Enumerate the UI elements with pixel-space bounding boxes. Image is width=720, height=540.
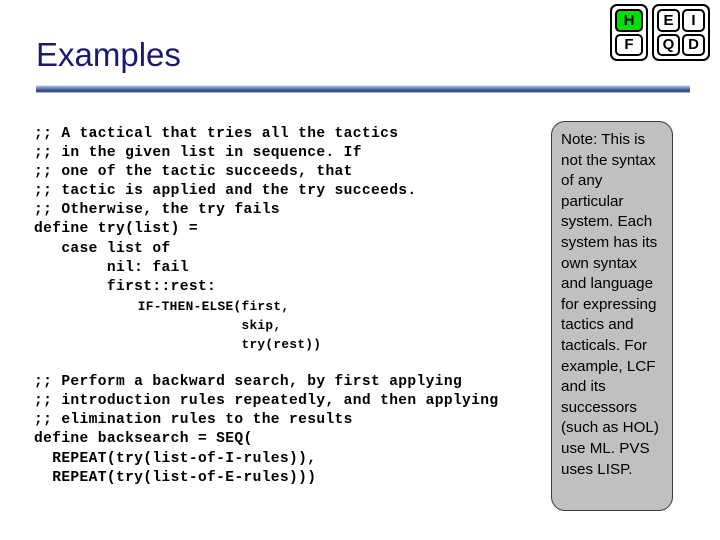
logo-cell-e: E [657,9,680,32]
code-line: nil: fail [34,259,189,276]
note-text: Note: This is not the syntax of any part… [561,131,659,478]
code-line: define backsearch = SEQ( [34,431,253,448]
page-title: Examples [36,36,181,73]
note-callout: Note: This is not the syntax of any part… [551,121,673,511]
code-line: ;; A tactical that tries all the tactics [34,126,399,142]
code-line: IF-THEN-ELSE(first, [34,298,290,314]
logo-cell-d: D [682,33,705,56]
logo-cell-i: I [682,9,705,32]
logo-cell-q: Q [657,33,680,56]
code-line: define try(list) = [34,221,198,238]
logo-cell-f: F [615,33,643,56]
code-line: case list of [34,240,171,257]
code-line: ;; Perform a backward search, by first a… [34,374,463,391]
code-block: ;; A tactical that tries all the tactics… [34,125,534,488]
code-line: try(rest)) [34,337,322,353]
code-line: ;; introduction rules repeatedly, and th… [34,393,499,410]
code-line: ;; elimination rules to the results [34,412,353,429]
code-line: first::rest: [34,278,217,295]
code-line: ;; in the given list in sequence. If [34,145,362,162]
code-line: ;; tactic is applied and the try succeed… [34,183,417,200]
code-line: REPEAT(try(list-of-I-rules)), [34,450,317,467]
logo: H F E I Q D [610,4,714,64]
logo-left-block: H F [610,4,648,61]
code-line: ;; one of the tactic succeeds, that [34,164,353,181]
code-line: skip, [34,317,282,333]
code-line: ;; Otherwise, the try fails [34,202,280,219]
logo-cell-h: H [615,9,643,32]
logo-right-block: E I Q D [652,4,710,61]
title-divider [36,85,690,93]
code-line: REPEAT(try(list-of-E-rules))) [34,469,317,486]
